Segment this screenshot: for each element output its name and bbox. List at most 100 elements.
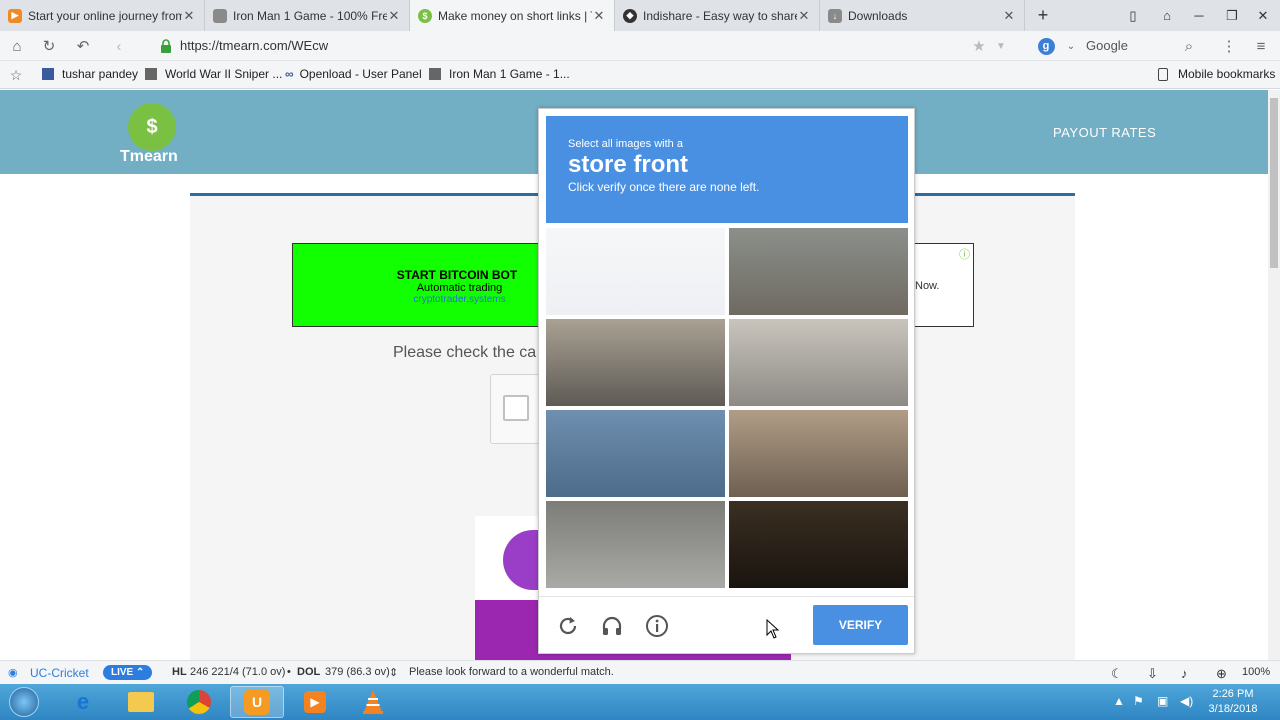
promo-logo[interactable]	[475, 516, 545, 600]
google-icon[interactable]: g	[1035, 35, 1057, 57]
side-ad-banner[interactable]: ⓘ Now.	[905, 243, 974, 327]
page-icon	[145, 68, 157, 80]
info-icon[interactable]	[644, 613, 670, 639]
score-2: 379 (86.3 ov)	[325, 666, 390, 678]
tab-title: Downloads	[848, 8, 908, 23]
site-logo-text[interactable]: Tmearn	[120, 148, 178, 166]
media-player-taskbar-item[interactable]: ▶	[288, 686, 342, 718]
close-tab-icon[interactable]: ✕	[387, 8, 401, 24]
close-tab-icon[interactable]: ✕	[1002, 8, 1016, 24]
captcha-tile-shop-window[interactable]	[729, 501, 908, 588]
close-tab-icon[interactable]: ✕	[182, 8, 196, 24]
score-toggle-icon[interactable]: ⇕	[389, 666, 398, 679]
verify-button[interactable]: VERIFY	[813, 605, 908, 645]
clock-time: 2:26 PM	[1212, 688, 1254, 700]
score-1-team: HL	[172, 666, 187, 678]
bookmark-item[interactable]: tushar pandey	[42, 67, 138, 81]
score-1: 246 221/4 (71.0 ov)	[190, 666, 286, 678]
zoom-icon[interactable]: ⊕	[1216, 666, 1227, 682]
home-icon[interactable]: ⌂	[6, 35, 28, 57]
close-tab-icon[interactable]: ✕	[592, 8, 606, 24]
flag-icon[interactable]: ⚑	[1133, 694, 1144, 708]
moneybag-icon: $	[418, 8, 432, 23]
tab-4[interactable]: ◆ Indishare - Easy way to share y ✕	[615, 0, 820, 31]
volume-tray-icon[interactable]: ◀)	[1180, 694, 1193, 708]
live-badge[interactable]: LIVE ⌃	[103, 665, 153, 680]
tab-title: Start your online journey from	[28, 8, 182, 23]
reload-icon[interactable]: ↻	[38, 35, 60, 57]
zoom-level[interactable]: 100%	[1242, 666, 1270, 678]
calendar-icon	[42, 68, 54, 80]
shirt-icon[interactable]: ⌂	[1150, 0, 1184, 31]
tab-1[interactable]: ▶ Start your online journey from ✕	[0, 0, 205, 31]
bookmark-item[interactable]: Iron Man 1 Game - 1...	[429, 67, 570, 81]
hamburger-icon[interactable]: ≡	[1250, 35, 1272, 57]
ad-link[interactable]: cryptotrader.systems	[378, 294, 541, 305]
close-tab-icon[interactable]: ✕	[797, 8, 811, 24]
url-field[interactable]: https://tmearn.com/WEcw	[180, 38, 328, 53]
captcha-tile-planter-wall[interactable]	[729, 228, 908, 315]
night-mode-icon[interactable]: ☾	[1111, 666, 1123, 682]
uc-browser-taskbar-item[interactable]: U	[230, 686, 284, 718]
mobile-bookmarks[interactable]: Mobile bookmarks	[1158, 67, 1275, 81]
tray-overflow-icon[interactable]: ▲	[1113, 694, 1125, 708]
close-window-button[interactable]: ✕	[1246, 0, 1280, 31]
bookmark-label: Iron Man 1 Game - 1...	[449, 67, 570, 81]
search-engine-label[interactable]: Google	[1086, 38, 1128, 53]
status-bar: ◉ UC-Cricket LIVE ⌃ HL 246 221/4 (71.0 o…	[0, 660, 1280, 684]
start-button[interactable]	[4, 686, 44, 718]
bookmark-item[interactable]: ∞ Openload - User Panel	[285, 67, 422, 81]
page-scrollbar[interactable]	[1268, 90, 1280, 660]
new-tab-button[interactable]: +	[1026, 0, 1060, 31]
tab-5[interactable]: ↓ Downloads ✕	[820, 0, 1025, 31]
undo-icon[interactable]: ↶	[72, 35, 94, 57]
tile-icon[interactable]: ▯	[1116, 0, 1150, 31]
captcha-tile-blank[interactable]	[546, 228, 725, 315]
play-icon: ▶	[8, 8, 22, 23]
scrollbar-thumb[interactable]	[1270, 98, 1278, 268]
tab-3[interactable]: $ Make money on short links | T ✕	[410, 0, 615, 31]
captcha-tile-tall-building[interactable]	[729, 410, 908, 497]
reload-icon[interactable]	[555, 613, 581, 639]
explorer-taskbar-item[interactable]	[114, 686, 168, 718]
indishare-icon: ◆	[623, 8, 637, 23]
tab-2[interactable]: Iron Man 1 Game - 100% Free ✕	[205, 0, 410, 31]
ad-choices-icon[interactable]: ⓘ	[959, 246, 970, 262]
download-icon[interactable]: ⇩	[1147, 666, 1158, 682]
menu-dots-icon[interactable]: ⋮	[1218, 35, 1240, 57]
volume-icon[interactable]: ♪	[1181, 666, 1188, 681]
captcha-tile-stone-wall-door[interactable]	[729, 319, 908, 406]
ad-title: START BITCOIN BOT	[396, 268, 518, 282]
dropdown-icon[interactable]: ▼	[990, 35, 1012, 57]
captcha-tile-corridor[interactable]	[546, 501, 725, 588]
ie-taskbar-item[interactable]: e	[56, 686, 110, 718]
promo-circle-icon	[503, 530, 543, 590]
bookmark-item[interactable]: World War II Sniper ...	[145, 67, 282, 81]
search-icon[interactable]: ⌕	[1178, 35, 1200, 57]
moneybag-logo-icon[interactable]: $	[128, 103, 176, 151]
bookmark-star-icon[interactable]: ☆	[5, 64, 27, 86]
uc-cricket-label[interactable]: UC-Cricket	[30, 666, 89, 680]
page-icon	[429, 68, 441, 80]
captcha-hint: Click verify once there are none left.	[568, 180, 760, 195]
engine-chevron-icon[interactable]: ⌄	[1060, 35, 1082, 57]
chrome-taskbar-item[interactable]	[172, 686, 226, 718]
vlc-icon	[363, 690, 383, 714]
vlc-taskbar-item[interactable]	[346, 686, 400, 718]
restore-button[interactable]: ❐	[1215, 0, 1249, 31]
minimize-button[interactable]: ─	[1182, 0, 1216, 31]
bitcoin-ad-banner[interactable]: START BITCOIN BOT Automatic trading cryp…	[292, 243, 542, 327]
media-player-icon: ▶	[304, 691, 326, 713]
nav-payout-rates[interactable]: PAYOUT RATES	[1053, 125, 1156, 140]
captcha-tile-office-buildings[interactable]	[546, 319, 725, 406]
chrome-icon	[187, 690, 211, 714]
recaptcha-checkbox[interactable]	[503, 395, 529, 421]
star-icon[interactable]: ★	[968, 35, 990, 57]
back-icon[interactable]: ‹	[108, 35, 130, 57]
network-icon[interactable]: ▣	[1157, 694, 1168, 708]
system-clock[interactable]: 2:26 PM 3/18/2018	[1200, 687, 1266, 717]
audio-icon[interactable]	[599, 613, 625, 639]
mouse-cursor-icon	[766, 619, 780, 639]
ad-right-text: Now.	[915, 280, 940, 292]
captcha-tile-mural[interactable]	[546, 410, 725, 497]
